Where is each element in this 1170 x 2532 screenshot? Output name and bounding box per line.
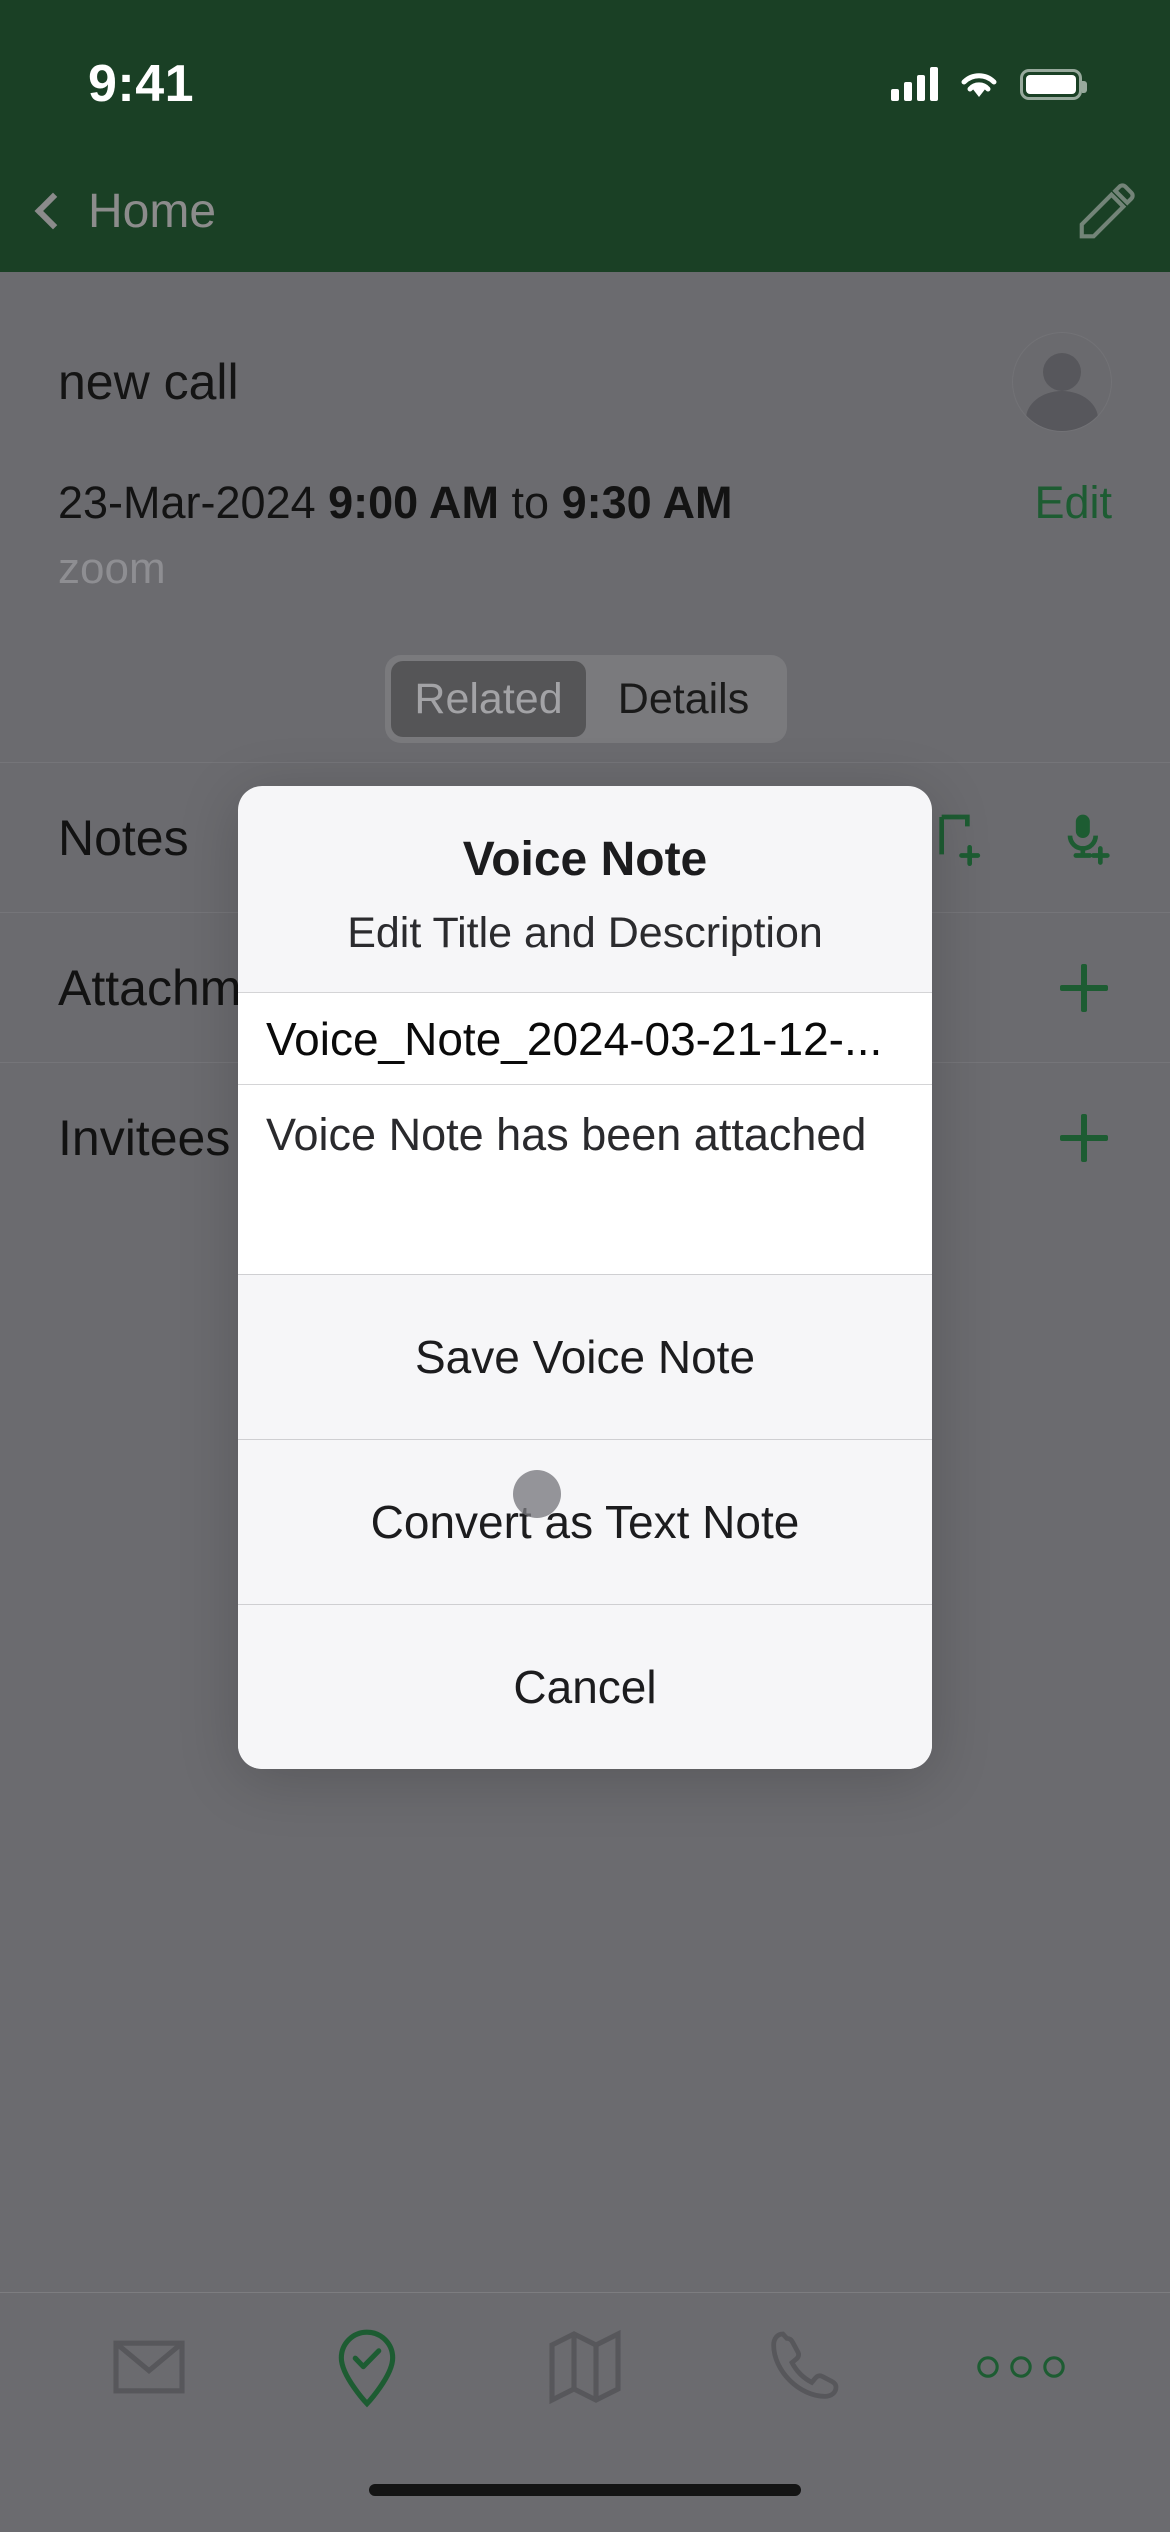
convert-as-text-note-label: Convert as Text Note: [370, 1496, 800, 1548]
app-screen: 9:41 Home new call 23-Mar-2024 9:00 AM t…: [0, 0, 1170, 2532]
dialog-title: Voice Note: [462, 833, 708, 886]
title-input[interactable]: Voice_Note_2024-03-21-12-...: [238, 992, 932, 1084]
description-input-value: Voice Note has been attached: [266, 1109, 867, 1160]
dialog-header: Voice Note Edit Title and Description: [238, 786, 932, 992]
convert-as-text-note-button[interactable]: Convert as Text Note: [238, 1439, 932, 1604]
dialog-message: Edit Title and Description: [347, 909, 823, 957]
cancel-button[interactable]: Cancel: [238, 1604, 932, 1769]
description-input[interactable]: Voice Note has been attached: [238, 1084, 932, 1274]
voice-note-dialog: Voice Note Edit Title and Description Vo…: [238, 786, 932, 1769]
modal-overlay: Voice Note Edit Title and Description Vo…: [0, 0, 1170, 2532]
touch-cursor-indicator: [513, 1470, 561, 1518]
title-input-value: Voice_Note_2024-03-21-12-...: [266, 1012, 883, 1065]
save-voice-note-button[interactable]: Save Voice Note: [238, 1274, 932, 1439]
